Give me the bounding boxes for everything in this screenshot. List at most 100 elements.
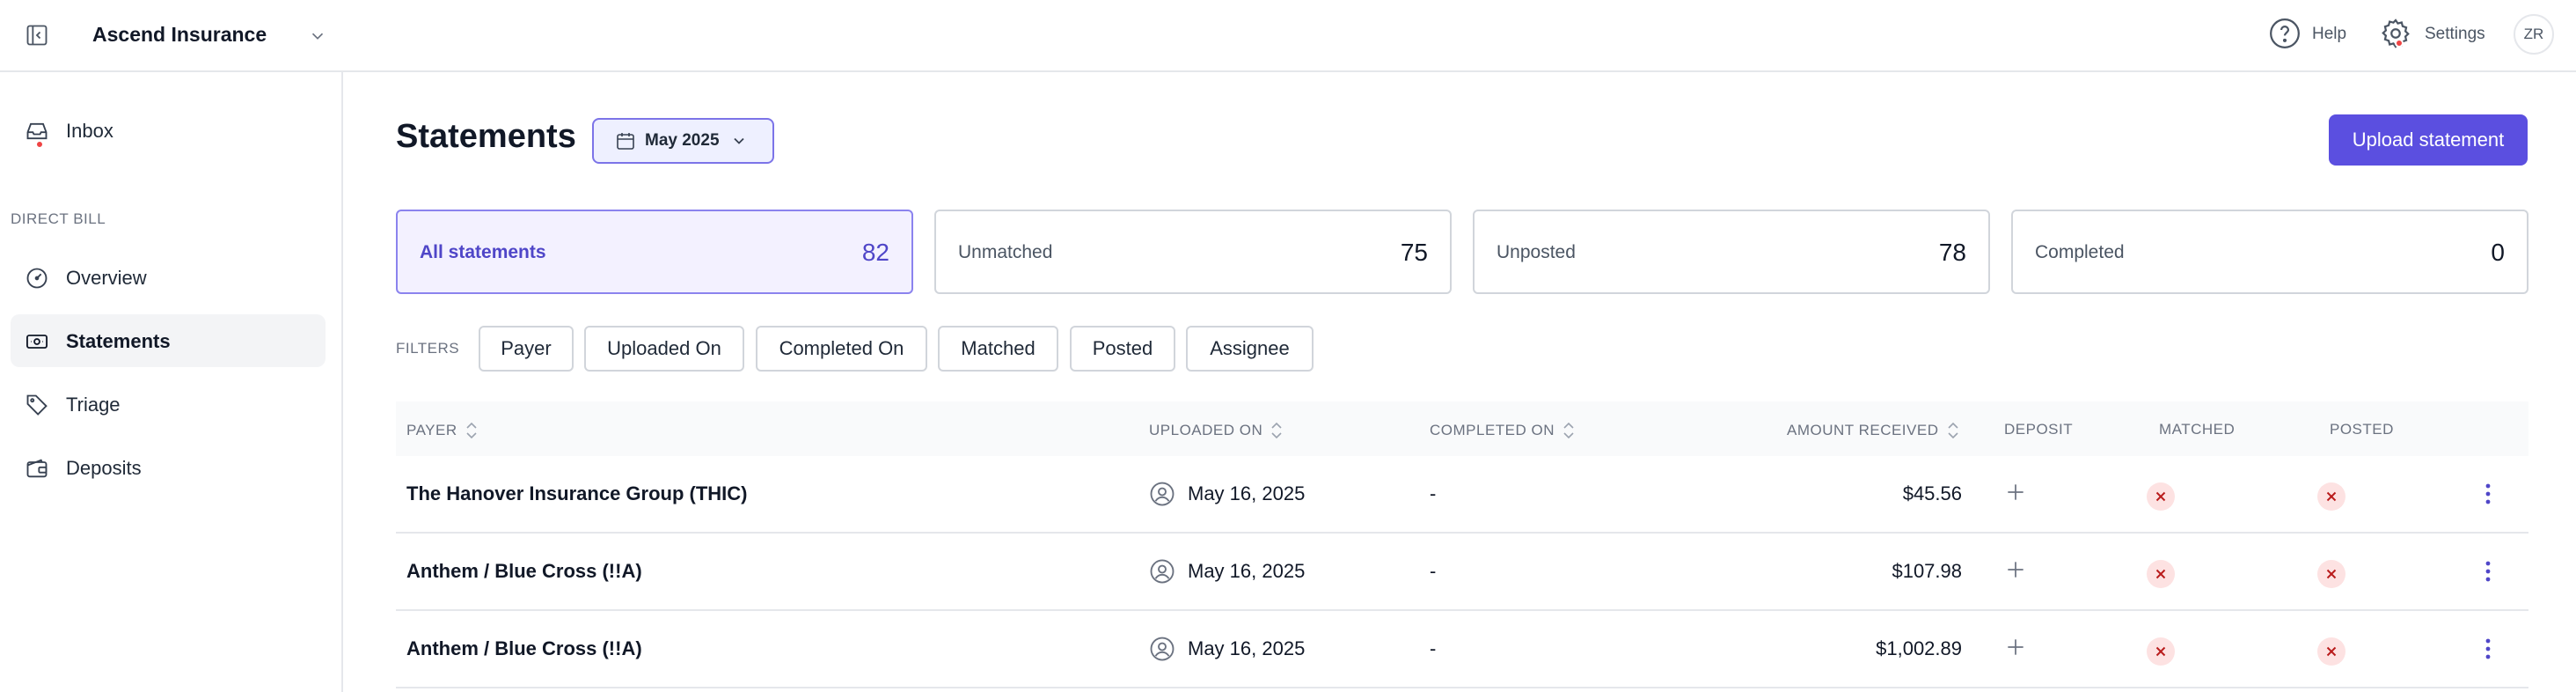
filter-payer[interactable]: Payer	[479, 326, 574, 372]
help-icon[interactable]	[2268, 17, 2302, 50]
sidebar-item-statements[interactable]: Statements	[11, 314, 326, 367]
table-row[interactable]: Anthem / Blue Cross (!!A) May 16, 2025 -…	[396, 534, 2528, 611]
x-icon	[2155, 646, 2166, 657]
column-label: POSTED	[2330, 421, 2394, 438]
sidebar-item-label: Overview	[66, 267, 147, 289]
column-matched: MATCHED	[2159, 421, 2235, 438]
settings-notification-dot	[2395, 39, 2404, 48]
help-label[interactable]: Help	[2312, 25, 2346, 44]
sidebar-collapse-icon[interactable]	[25, 23, 49, 48]
chevron-down-icon[interactable]	[308, 26, 327, 46]
column-label: PAYER	[406, 422, 457, 438]
tag-icon	[26, 394, 48, 416]
filter-matched[interactable]: Matched	[938, 326, 1058, 372]
completed-on: -	[1430, 560, 1437, 582]
chevron-down-icon	[733, 137, 744, 144]
sidebar: Inbox DIRECT BILL Overview Statements Tr…	[0, 72, 343, 692]
wallet-icon	[26, 459, 48, 478]
sidebar-item-triage[interactable]: Triage	[11, 378, 326, 431]
avatar[interactable]: ZR	[2514, 14, 2554, 55]
more-vertical-icon[interactable]	[2483, 636, 2493, 662]
card-unposted[interactable]: Unposted 78	[1473, 210, 1990, 294]
user-circle-icon	[1150, 482, 1175, 506]
filter-uploaded-on[interactable]: Uploaded On	[584, 326, 744, 372]
card-count: 82	[861, 239, 889, 266]
x-icon	[2155, 569, 2166, 579]
column-posted: POSTED	[2330, 421, 2394, 438]
card-completed[interactable]: Completed 0	[2011, 210, 2528, 294]
upload-statement-button[interactable]: Upload statement	[2329, 114, 2528, 166]
amount-received: $1,002.89	[1876, 637, 1962, 659]
x-icon	[2326, 491, 2337, 502]
filter-assignee[interactable]: Assignee	[1186, 326, 1314, 372]
column-label: AMOUNT RECEIVED	[1787, 422, 1939, 438]
plus-icon[interactable]	[2004, 636, 2027, 659]
month-selector[interactable]: May 2025	[592, 118, 774, 164]
filter-completed-on[interactable]: Completed On	[756, 326, 927, 372]
column-deposit: DEPOSIT	[2004, 421, 2073, 438]
posted-status-badge	[2317, 560, 2345, 588]
sidebar-item-label: Deposits	[66, 457, 142, 479]
settings-label[interactable]: Settings	[2425, 25, 2485, 44]
sort-icon	[1271, 422, 1282, 439]
card-label: Unmatched	[958, 242, 1053, 262]
amount-received: $45.56	[1902, 482, 1962, 504]
sort-icon	[1947, 422, 1958, 439]
x-icon	[2326, 569, 2337, 579]
org-name[interactable]: Ascend Insurance	[92, 23, 267, 47]
card-all-statements[interactable]: All statements 82	[396, 210, 913, 294]
column-label: MATCHED	[2159, 421, 2236, 438]
column-label: COMPLETED ON	[1430, 422, 1555, 438]
payer-name: Anthem / Blue Cross (!!A)	[406, 560, 642, 582]
card-label: All statements	[420, 242, 546, 262]
sidebar-item-deposits[interactable]: Deposits	[11, 441, 326, 494]
completed-on: -	[1430, 482, 1437, 504]
plus-icon[interactable]	[2004, 481, 2027, 504]
matched-status-badge	[2147, 637, 2175, 666]
plus-icon[interactable]	[2004, 558, 2027, 581]
sidebar-item-label: Statements	[66, 330, 171, 352]
sidebar-item-label: Triage	[66, 394, 121, 416]
card-count: 78	[1938, 239, 1966, 266]
card-count: 75	[1400, 239, 1428, 266]
card-unmatched[interactable]: Unmatched 75	[934, 210, 1452, 294]
more-vertical-icon[interactable]	[2483, 481, 2493, 507]
sort-icon	[466, 422, 477, 439]
more-vertical-icon[interactable]	[2483, 558, 2493, 585]
column-payer[interactable]: PAYER	[406, 421, 479, 440]
uploaded-on: May 16, 2025	[1188, 560, 1306, 582]
inbox-notification-dot	[35, 140, 44, 149]
uploaded-on: May 16, 2025	[1188, 637, 1306, 659]
column-amount-received[interactable]: AMOUNT RECEIVED	[1787, 421, 1960, 440]
top-bar: Ascend Insurance Help Settings ZR	[0, 0, 2576, 72]
uploaded-on: May 16, 2025	[1188, 482, 1306, 504]
x-icon	[2155, 491, 2166, 502]
sidebar-item-inbox[interactable]: Inbox	[11, 104, 326, 157]
sidebar-item-overview[interactable]: Overview	[11, 251, 326, 304]
page-title: Statements	[396, 118, 576, 155]
table-header: PAYER UPLOADED ON COMPLETED ON AMOUNT RE…	[396, 401, 2528, 456]
matched-status-badge	[2147, 482, 2175, 511]
column-label: UPLOADED ON	[1149, 422, 1263, 438]
completed-on: -	[1430, 637, 1437, 659]
matched-status-badge	[2147, 560, 2175, 588]
sort-icon	[1563, 422, 1574, 439]
column-uploaded-on[interactable]: UPLOADED ON	[1149, 421, 1284, 440]
card-label: Unposted	[1497, 242, 1576, 262]
posted-status-badge	[2317, 482, 2345, 511]
table-row[interactable]: Anthem / Blue Cross (!!A) May 16, 2025 -…	[396, 611, 2528, 688]
user-circle-icon	[1150, 637, 1175, 661]
column-label: DEPOSIT	[2004, 421, 2074, 438]
amount-received: $107.98	[1892, 560, 1962, 582]
gauge-icon	[26, 268, 48, 289]
posted-status-badge	[2317, 637, 2345, 666]
filters-label: FILTERS	[396, 340, 460, 357]
card-count: 0	[2491, 239, 2505, 266]
payer-name: The Hanover Insurance Group (THIC)	[406, 482, 748, 504]
x-icon	[2326, 646, 2337, 657]
payer-name: Anthem / Blue Cross (!!A)	[406, 637, 642, 659]
card-label: Completed	[2035, 242, 2125, 262]
table-row[interactable]: The Hanover Insurance Group (THIC) May 1…	[396, 456, 2528, 534]
filter-posted[interactable]: Posted	[1070, 326, 1175, 372]
column-completed-on[interactable]: COMPLETED ON	[1430, 421, 1576, 440]
